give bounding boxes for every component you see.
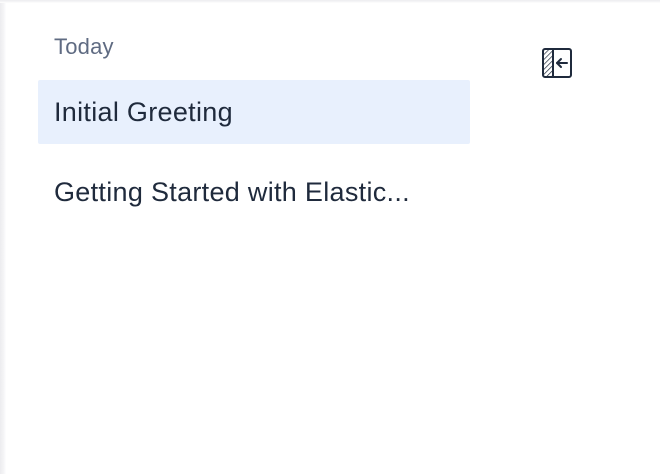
conversation-title: Initial Greeting: [54, 96, 233, 127]
conversation-sidebar: Today Initial Greeting Getting Started w…: [0, 0, 660, 474]
sidebar-border: [0, 0, 6, 474]
conversation-item-active[interactable]: Initial Greeting: [38, 80, 470, 144]
conversation-title: Getting Started with Elastic...: [54, 176, 410, 207]
top-border: [0, 0, 660, 3]
collapse-sidebar-button[interactable]: [540, 47, 574, 79]
sidebar-collapse-icon: [542, 48, 572, 78]
conversation-item[interactable]: Getting Started with Elastic...: [38, 160, 470, 224]
section-label-today: Today: [54, 34, 114, 59]
